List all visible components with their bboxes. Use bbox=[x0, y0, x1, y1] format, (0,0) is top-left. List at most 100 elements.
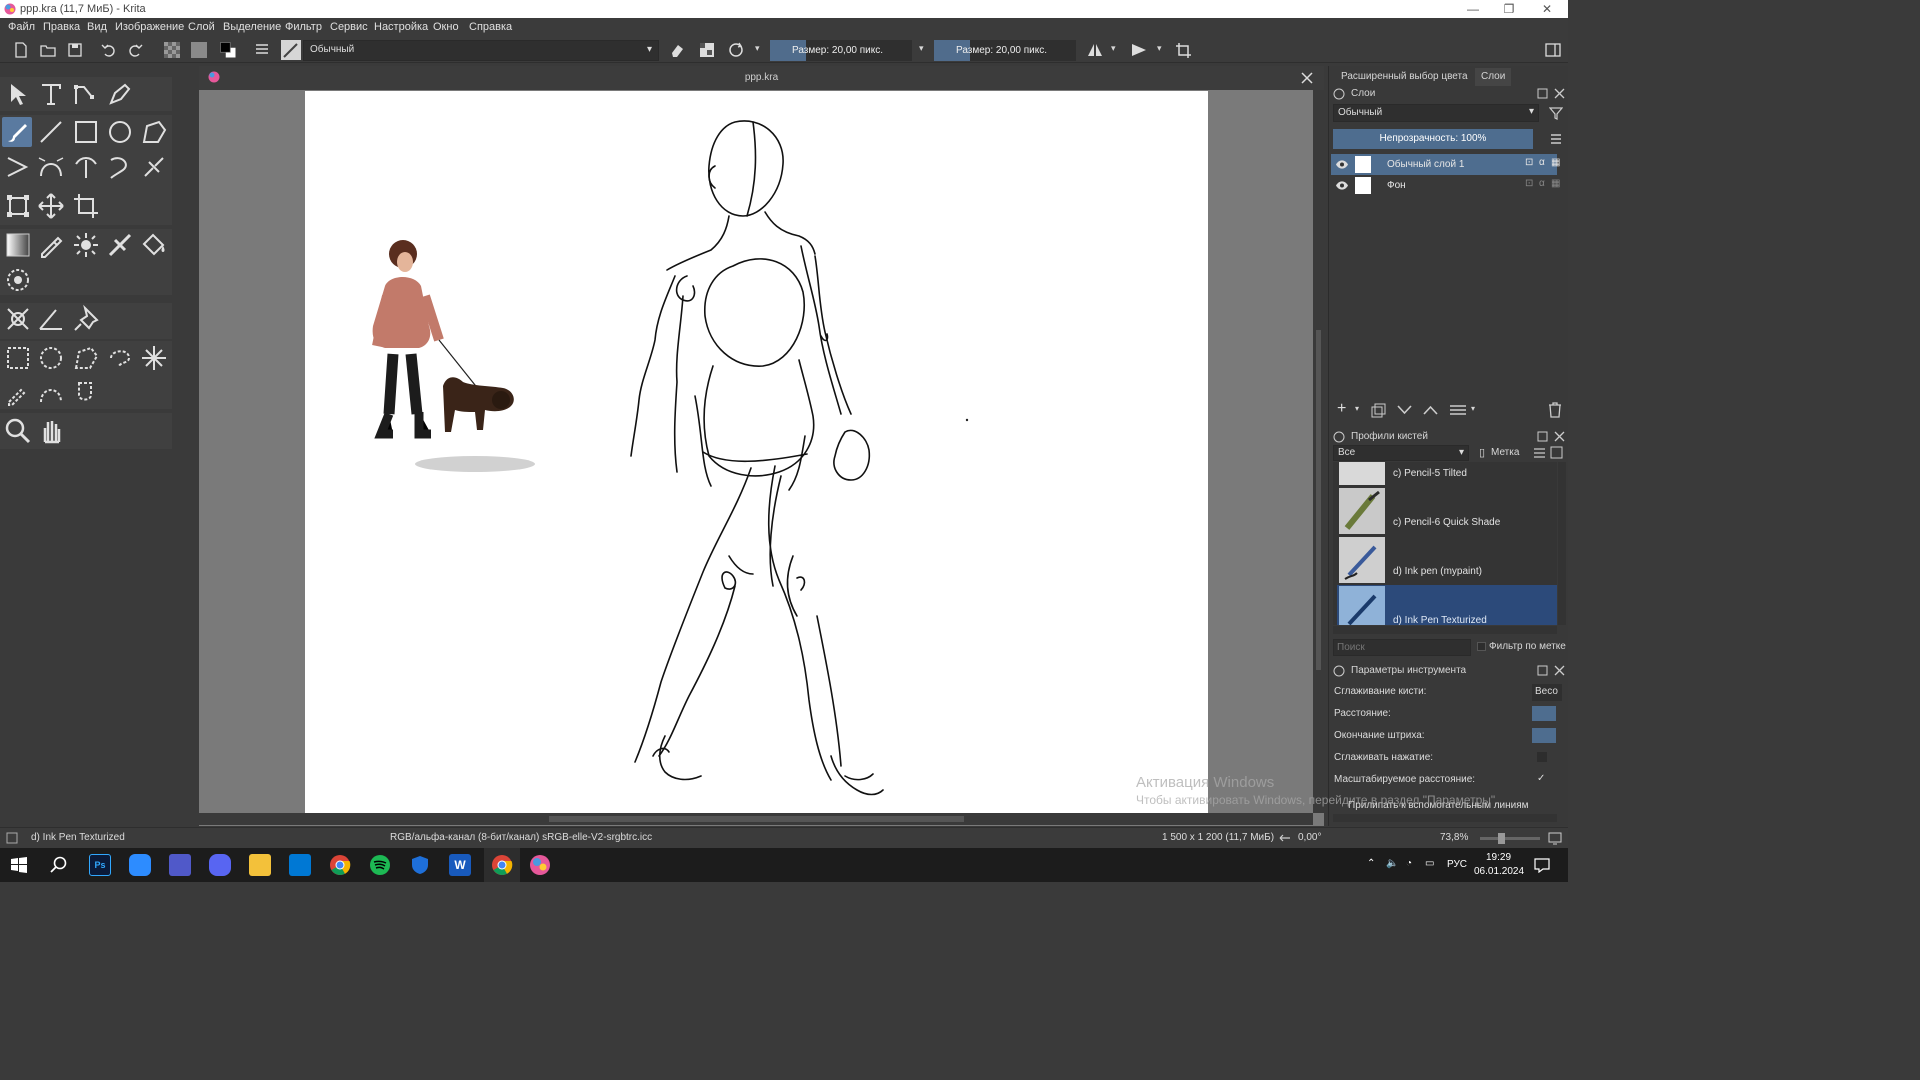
document-tab[interactable]: ppp.kra bbox=[199, 66, 1324, 90]
chevron-down-icon[interactable]: ▾ bbox=[1471, 404, 1475, 413]
measure-tool-icon[interactable] bbox=[36, 304, 66, 334]
file-explorer-icon[interactable] bbox=[249, 854, 271, 876]
taskbar-active-item[interactable] bbox=[484, 848, 520, 882]
menu-settings[interactable]: Настройка bbox=[374, 21, 428, 33]
bezier-select-icon[interactable] bbox=[36, 378, 66, 408]
duplicate-layer-icon[interactable] bbox=[1371, 403, 1386, 418]
preserve-alpha-icon[interactable] bbox=[698, 41, 716, 59]
network-icon[interactable]: ◔ bbox=[1406, 858, 1412, 869]
text-tool-icon[interactable] bbox=[36, 79, 66, 109]
brush-preset-item[interactable]: c) Pencil-5 Tilted bbox=[1337, 462, 1557, 486]
wrap-around-icon[interactable] bbox=[1174, 41, 1192, 59]
list-view-icon[interactable] bbox=[1533, 447, 1546, 459]
brush-search-input[interactable] bbox=[1333, 639, 1471, 656]
stroke-ending-slider[interactable] bbox=[1532, 728, 1556, 743]
dynamic-brush-icon[interactable] bbox=[105, 152, 135, 182]
layer-properties-icon[interactable] bbox=[1449, 403, 1467, 417]
gradient-tool-icon[interactable] bbox=[3, 230, 33, 260]
restore-button[interactable]: ❐ bbox=[1494, 0, 1524, 18]
vertical-scrollbar[interactable] bbox=[1313, 90, 1324, 813]
freehand-path-icon[interactable] bbox=[71, 152, 101, 182]
float-docker-icon[interactable] bbox=[1537, 665, 1548, 676]
krita-taskbar-icon[interactable] bbox=[529, 854, 551, 876]
close-window-button[interactable]: ✕ bbox=[1532, 0, 1562, 18]
chevron-down-icon[interactable]: ▾ bbox=[755, 43, 760, 54]
layer-opacity-slider[interactable]: Непрозрачность: 100% bbox=[1333, 129, 1533, 149]
reference-images-icon[interactable] bbox=[3, 265, 33, 295]
bezier-tool-icon[interactable] bbox=[36, 152, 66, 182]
freehand-select-icon[interactable] bbox=[105, 343, 135, 373]
defender-icon[interactable] bbox=[409, 854, 431, 876]
menu-view[interactable]: Вид bbox=[87, 21, 107, 33]
calligraphy-icon[interactable] bbox=[105, 79, 135, 109]
layer-row[interactable]: Обычный слой 1 ⊡ α ▦ bbox=[1331, 154, 1560, 175]
clock-time[interactable]: 19:29 bbox=[1486, 852, 1511, 863]
eye-icon[interactable] bbox=[1335, 159, 1349, 170]
menu-image[interactable]: Изображение bbox=[115, 21, 184, 33]
assistant-tool-icon[interactable] bbox=[105, 230, 135, 260]
discord-icon[interactable] bbox=[209, 854, 231, 876]
close-icon[interactable] bbox=[1300, 71, 1314, 85]
fill-tool-icon[interactable] bbox=[139, 230, 169, 260]
battery-icon[interactable]: ▭ bbox=[1425, 858, 1434, 869]
close-icon[interactable] bbox=[1554, 431, 1565, 442]
open-document-icon[interactable] bbox=[39, 41, 57, 59]
scalable-distance-checkbox[interactable]: ✓ bbox=[1537, 773, 1545, 784]
filter-icon[interactable] bbox=[1549, 106, 1563, 120]
fill-pattern-icon[interactable] bbox=[190, 41, 208, 59]
reference-pin-icon[interactable] bbox=[71, 304, 101, 334]
pan-tool-icon[interactable] bbox=[36, 416, 66, 446]
alpha-icon[interactable]: α bbox=[1539, 157, 1545, 168]
zoom-slider-handle[interactable] bbox=[1498, 833, 1505, 844]
brush-preset-item[interactable]: d) Ink Pen Texturized bbox=[1337, 585, 1557, 625]
edit-shapes-icon[interactable] bbox=[71, 79, 101, 109]
blend-mode-select[interactable]: Обычный ▾ bbox=[303, 40, 659, 61]
brush-preset-item[interactable]: d) Ink pen (mypaint) bbox=[1337, 536, 1557, 584]
canvas-paper[interactable] bbox=[305, 91, 1208, 813]
tab-advanced-color[interactable]: Расширенный выбор цвета bbox=[1335, 68, 1474, 86]
polygon-tool-icon[interactable] bbox=[139, 117, 169, 147]
zoom-tool-icon[interactable] bbox=[3, 416, 33, 446]
eraser-icon[interactable] bbox=[668, 41, 686, 59]
lock-icon[interactable]: ⊡ bbox=[1525, 157, 1533, 168]
chevron-down-icon[interactable]: ▾ bbox=[1111, 43, 1116, 54]
move-tool-icon[interactable] bbox=[36, 191, 66, 221]
smoothing-select[interactable]: Весо bbox=[1532, 684, 1562, 701]
menu-help[interactable]: Справка bbox=[469, 21, 512, 33]
redo-icon[interactable] bbox=[126, 41, 144, 59]
layer-name[interactable]: Фон bbox=[1387, 180, 1406, 191]
float-docker-icon[interactable] bbox=[1537, 431, 1548, 442]
transform-tool-icon[interactable] bbox=[3, 191, 33, 221]
secondary-size-slider[interactable]: Размер: 20,00 пикс. bbox=[934, 40, 1076, 61]
inherit-alpha-icon[interactable]: ▦ bbox=[1551, 157, 1560, 168]
ellipse-tool-icon[interactable] bbox=[105, 117, 135, 147]
undo-icon[interactable] bbox=[100, 41, 118, 59]
reload-preset-icon[interactable] bbox=[727, 41, 745, 59]
line-tool-icon[interactable] bbox=[36, 117, 66, 147]
chrome-icon[interactable] bbox=[329, 854, 351, 876]
distance-slider[interactable] bbox=[1532, 706, 1556, 721]
menu-icon[interactable] bbox=[1549, 132, 1563, 146]
move-layer-down-icon[interactable] bbox=[1397, 404, 1412, 416]
freehand-brush-tool[interactable] bbox=[2, 117, 32, 147]
menu-layer[interactable]: Слой bbox=[188, 21, 215, 33]
multibrush-icon[interactable] bbox=[139, 152, 169, 182]
menu-edit[interactable]: Правка bbox=[43, 21, 80, 33]
import-icon[interactable] bbox=[1550, 446, 1563, 459]
zoom-slider[interactable] bbox=[1480, 833, 1540, 844]
menu-window[interactable]: Окно bbox=[433, 21, 459, 33]
tab-layers[interactable]: Слои bbox=[1475, 68, 1512, 86]
language-indicator[interactable]: РУС bbox=[1447, 859, 1467, 870]
move-layer-up-icon[interactable] bbox=[1423, 404, 1438, 416]
photoshop-icon[interactable]: Ps bbox=[89, 854, 111, 876]
microsoft-store-icon[interactable] bbox=[289, 854, 311, 876]
crop-tool-icon[interactable] bbox=[71, 191, 101, 221]
brush-preset-item[interactable]: c) Pencil-6 Quick Shade bbox=[1337, 487, 1557, 535]
scrollbar-thumb[interactable] bbox=[1316, 330, 1321, 670]
scrollbar-thumb[interactable] bbox=[549, 816, 964, 822]
smooth-pressure-checkbox[interactable] bbox=[1537, 752, 1547, 762]
menu-filter[interactable]: Фильтр bbox=[285, 21, 322, 33]
tray-chevron-up-icon[interactable]: ⌃ bbox=[1367, 858, 1375, 869]
polygon-select-icon[interactable] bbox=[71, 343, 101, 373]
brush-settings-icon[interactable] bbox=[253, 41, 271, 59]
